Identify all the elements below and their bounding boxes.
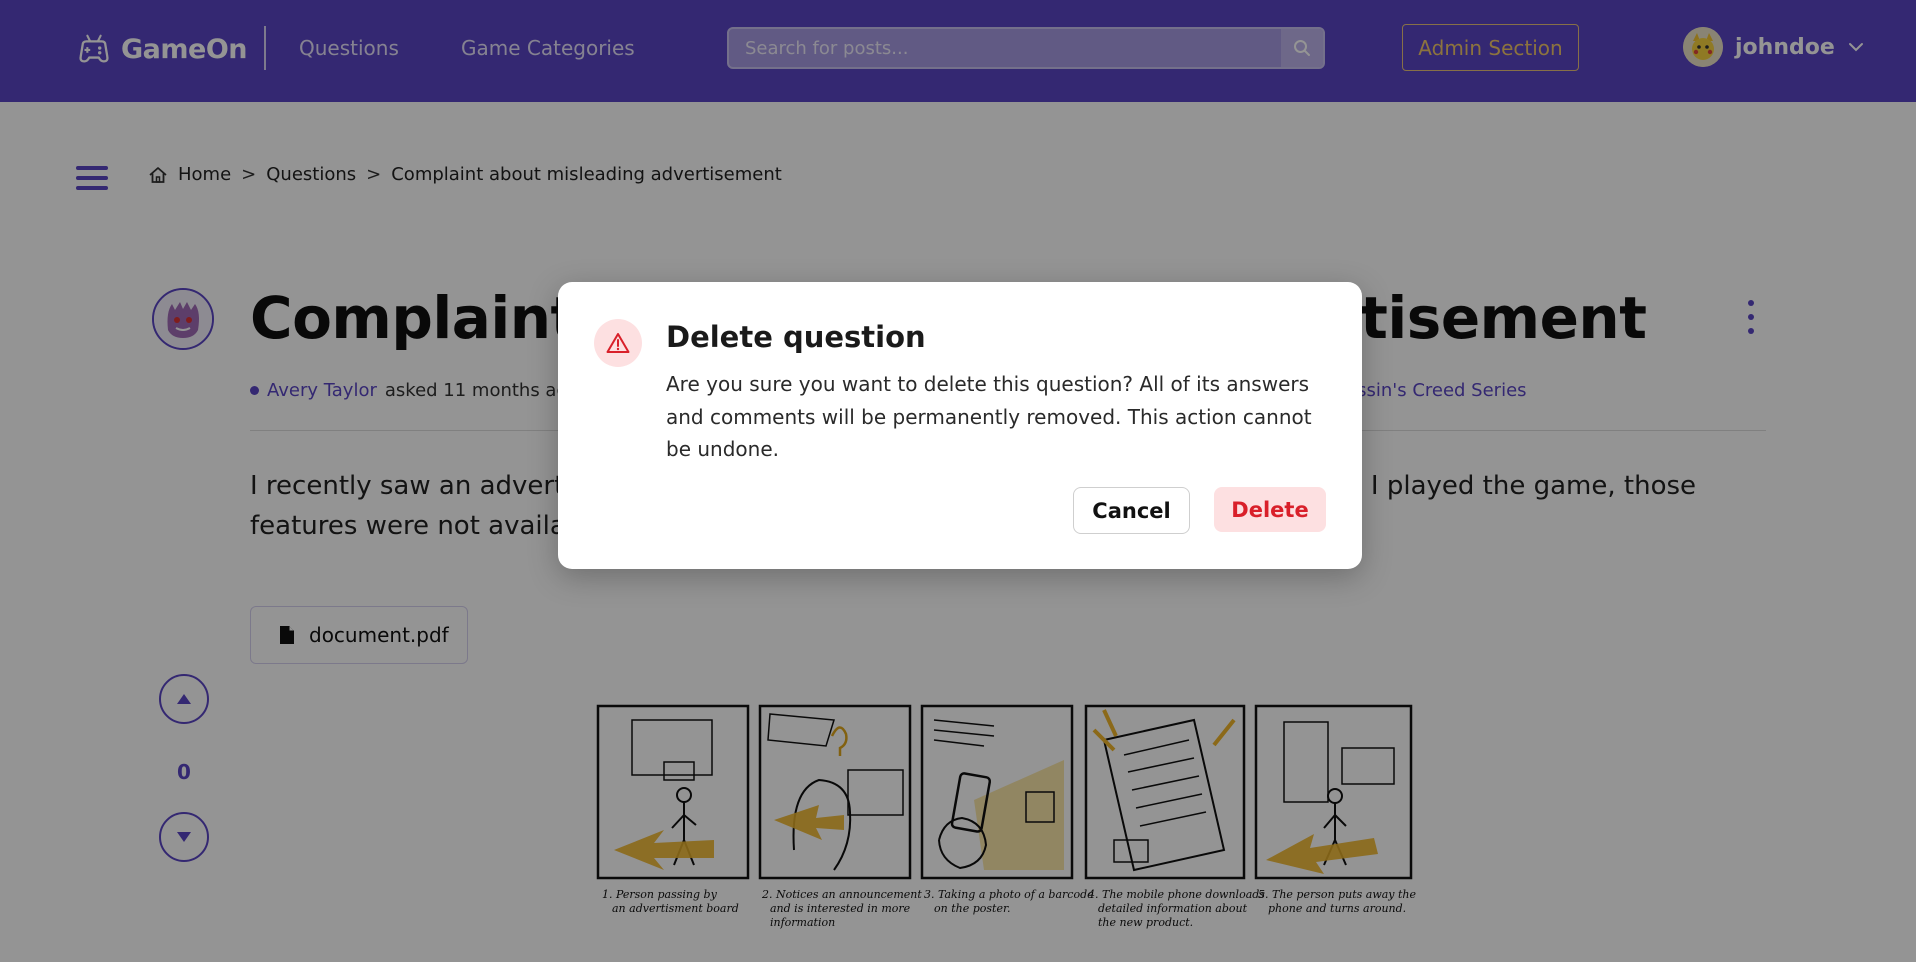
cancel-button[interactable]: Cancel	[1073, 487, 1190, 534]
delete-question-dialog: Delete question Are you sure you want to…	[558, 282, 1362, 569]
warning-icon-badge	[594, 319, 642, 367]
delete-button[interactable]: Delete	[1214, 487, 1326, 532]
dialog-message: Are you sure you want to delete this que…	[666, 372, 1312, 461]
dialog-title: Delete question	[666, 320, 926, 354]
warning-triangle-icon	[606, 333, 630, 353]
